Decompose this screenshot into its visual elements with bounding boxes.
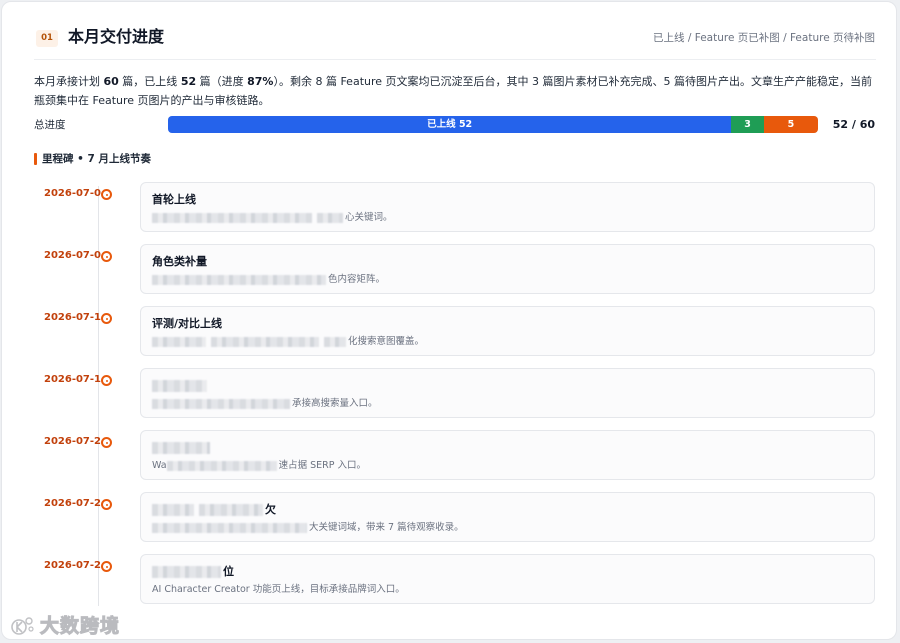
redacted-text bbox=[152, 442, 210, 454]
timeline-dot-icon bbox=[101, 189, 112, 200]
milestone-date: 2026-07-1 bbox=[43, 374, 101, 385]
milestone-desc: 心关键词。 bbox=[152, 211, 874, 224]
summary-percent: 87% bbox=[247, 75, 274, 88]
redacted-text bbox=[324, 336, 346, 347]
milestone-timeline: 2026-07-0 首轮上线 心关键词。 2026-07-0 角色类补量 色内容… bbox=[2, 182, 896, 616]
milestone-date: 2026-07-2 bbox=[43, 436, 101, 447]
milestone-desc: 化搜索意图覆盖。 bbox=[152, 335, 874, 348]
header-divider bbox=[34, 59, 876, 60]
milestone-title: 欠 bbox=[152, 503, 874, 517]
brand-logo-icon bbox=[11, 617, 34, 635]
milestone-desc: 承接高搜索量入口。 bbox=[152, 397, 874, 410]
redacted-text bbox=[152, 274, 326, 285]
milestone-desc: 色内容矩阵。 bbox=[152, 273, 874, 286]
milestone-title: 位 bbox=[152, 565, 874, 579]
progress-segment-image-done: 3 bbox=[731, 116, 764, 133]
milestone-card: Wa 速占据 SERP 入口。 bbox=[140, 430, 875, 480]
milestone-desc-text: 色内容矩阵。 bbox=[328, 274, 386, 285]
milestone-card: 评测/对比上线 化搜索意图覆盖。 bbox=[140, 306, 875, 356]
milestone-card: 首轮上线 心关键词。 bbox=[140, 182, 875, 232]
summary-text: 篇（进度 bbox=[196, 75, 248, 88]
timeline-dot-icon bbox=[101, 375, 112, 386]
progress-bar: 已上线 52 3 5 bbox=[168, 116, 818, 133]
milestone-desc-text: 速占据 SERP 入口。 bbox=[278, 460, 367, 471]
milestone-row: 2026-07-1 评测/对比上线 化搜索意图覆盖。 bbox=[2, 306, 896, 356]
timeline-dot-icon bbox=[101, 499, 112, 510]
milestone-date: 2026-07-0 bbox=[43, 250, 101, 261]
summary-paragraph: 本月承接计划 60 篇，已上线 52 篇（进度 87%）。剩余 8 篇 Feat… bbox=[34, 72, 876, 110]
redacted-text bbox=[152, 212, 312, 223]
milestone-row: 2026-07-2 位 AI Character Creator 功能页上线，目… bbox=[2, 554, 896, 604]
milestone-title: 评测/对比上线 bbox=[152, 317, 874, 331]
milestone-desc: 大关键词域，带来 7 篇待观察收录。 bbox=[152, 521, 874, 534]
redacted-text bbox=[152, 566, 221, 578]
progress-count: 52 / 60 bbox=[832, 118, 875, 131]
milestone-title: 角色类补量 bbox=[152, 255, 874, 269]
milestone-desc: Wa 速占据 SERP 入口。 bbox=[152, 459, 874, 472]
watermark-logo: 大数跨境 bbox=[10, 613, 120, 639]
milestone-card: 承接高搜索量入口。 bbox=[140, 368, 875, 418]
summary-launched-count: 52 bbox=[180, 75, 197, 88]
timeline-dot-icon bbox=[101, 561, 112, 572]
progress-label: 总进度 bbox=[34, 119, 66, 131]
milestone-heading: 里程碑 • 7 月上线节奏 bbox=[34, 152, 151, 166]
milestone-title-tail: 位 bbox=[223, 565, 234, 578]
timeline-dot-icon bbox=[101, 437, 112, 448]
summary-planned-count: 60 bbox=[103, 75, 119, 88]
progress-segment-image-pending: 5 bbox=[763, 116, 818, 133]
redacted-text bbox=[317, 212, 343, 223]
milestone-desc-text: 承接高搜索量入口。 bbox=[292, 398, 378, 409]
summary-text: 篇，已上线 bbox=[118, 75, 181, 88]
milestone-row: 2026-07-2 欠 大关键词域，带来 7 篇待观察收录。 bbox=[2, 492, 896, 542]
milestone-desc-lead: Wa bbox=[152, 460, 167, 471]
milestone-card: 角色类补量 色内容矩阵。 bbox=[140, 244, 875, 294]
milestone-date: 2026-07-2 bbox=[43, 498, 101, 509]
redacted-text bbox=[152, 398, 290, 409]
milestone-title-text: 首轮上线 bbox=[152, 193, 196, 206]
milestone-desc-text: 心关键词。 bbox=[345, 212, 393, 223]
redacted-text bbox=[152, 522, 307, 533]
milestone-heading-accent bbox=[34, 153, 37, 165]
milestone-row: 2026-07-0 角色类补量 色内容矩阵。 bbox=[2, 244, 896, 294]
redacted-text bbox=[152, 336, 206, 347]
section-legend: 已上线 / Feature 页已补图 / Feature 页待补图 bbox=[653, 32, 875, 44]
redacted-text bbox=[152, 504, 194, 516]
redacted-text bbox=[199, 504, 263, 516]
timeline-dot-icon bbox=[101, 251, 112, 262]
milestone-title-text: 评测/对比上线 bbox=[152, 317, 223, 330]
milestone-desc-text: 大关键词域，带来 7 篇待观察收录。 bbox=[309, 522, 464, 533]
section-index-badge: 01 bbox=[36, 30, 58, 47]
milestone-date: 2026-07-0 bbox=[43, 188, 101, 199]
milestone-card: 位 AI Character Creator 功能页上线，目标承接品牌词入口。 bbox=[140, 554, 875, 604]
milestone-row: 2026-07-0 首轮上线 心关键词。 bbox=[2, 182, 896, 232]
redacted-text bbox=[152, 380, 207, 392]
milestone-desc: AI Character Creator 功能页上线，目标承接品牌词入口。 bbox=[152, 583, 874, 596]
milestone-title: 首轮上线 bbox=[152, 193, 874, 207]
milestone-title bbox=[152, 379, 874, 393]
redacted-text bbox=[211, 336, 319, 347]
redacted-text bbox=[166, 460, 277, 471]
milestone-title-tail: 欠 bbox=[265, 503, 276, 516]
milestone-row: 2026-07-1 承接高搜索量入口。 bbox=[2, 368, 896, 418]
timeline-dot-icon bbox=[101, 313, 112, 324]
progress-segment-launched: 已上线 52 bbox=[168, 116, 732, 133]
delivery-progress-card: 01 本月交付进度 已上线 / Feature 页已补图 / Feature 页… bbox=[1, 1, 897, 640]
milestone-date: 2026-07-2 bbox=[43, 560, 101, 571]
milestone-date: 2026-07-1 bbox=[43, 312, 101, 323]
milestone-row: 2026-07-2 Wa 速占据 SERP 入口。 bbox=[2, 430, 896, 480]
summary-text: 本月承接计划 bbox=[34, 75, 104, 88]
milestone-desc-text: AI Character Creator 功能页上线，目标承接品牌词入口。 bbox=[152, 584, 405, 595]
milestone-heading-text: 里程碑 • 7 月上线节奏 bbox=[42, 153, 151, 165]
milestone-card: 欠 大关键词域，带来 7 篇待观察收录。 bbox=[140, 492, 875, 542]
milestone-title bbox=[152, 441, 874, 455]
milestone-desc-text: 化搜索意图覆盖。 bbox=[348, 336, 425, 347]
milestone-title-text: 角色类补量 bbox=[152, 255, 207, 268]
watermark-text: 大数跨境 bbox=[39, 615, 121, 638]
section-title: 本月交付进度 bbox=[68, 27, 165, 46]
